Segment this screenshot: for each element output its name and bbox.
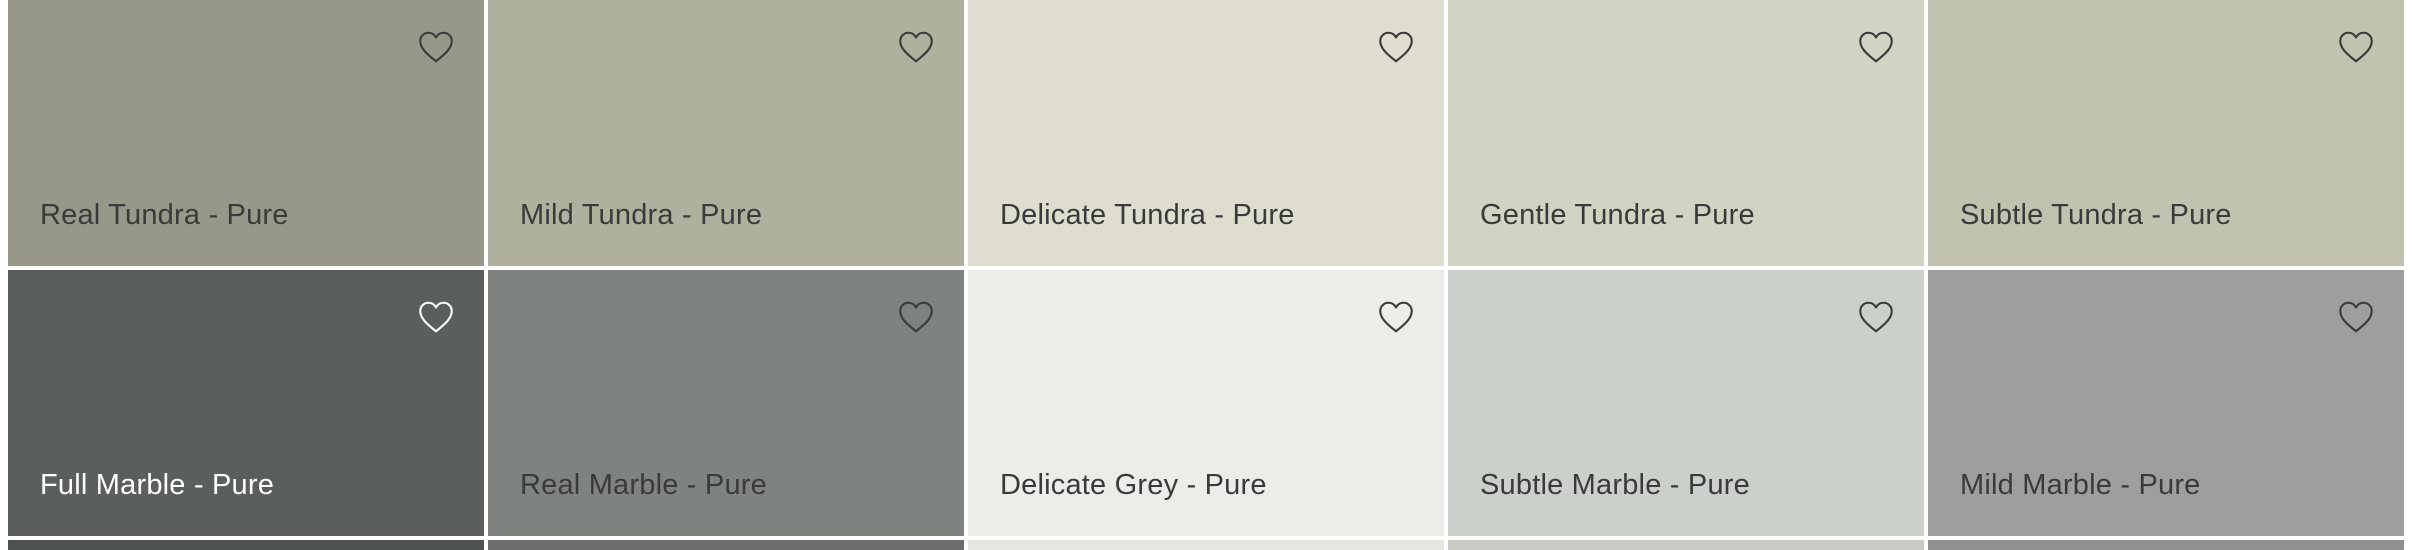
swatch-name: Full Marble - Pure	[40, 469, 275, 501]
swatch-card-partial[interactable]	[1448, 540, 1924, 550]
favorite-button[interactable]	[2338, 300, 2374, 334]
swatch-card-partial[interactable]	[968, 540, 1444, 550]
swatch-card[interactable]: Delicate Grey - Pure	[968, 270, 1444, 536]
swatch-card-partial[interactable]	[8, 540, 484, 550]
swatch-name: Mild Marble - Pure	[1960, 469, 2201, 501]
heart-outline-icon	[899, 31, 933, 63]
swatch-name: Subtle Tundra - Pure	[1960, 199, 2232, 231]
color-swatch-grid: Real Tundra - Pure Mild Tundra - Pure De…	[8, 0, 2406, 550]
swatch-name: Real Marble - Pure	[520, 469, 767, 501]
heart-outline-icon	[2339, 31, 2373, 63]
heart-outline-icon	[1379, 301, 1413, 333]
swatch-card[interactable]: Gentle Tundra - Pure	[1448, 0, 1924, 266]
heart-outline-icon	[1379, 31, 1413, 63]
favorite-button[interactable]	[418, 30, 454, 64]
heart-outline-icon	[419, 301, 453, 333]
swatch-name: Subtle Marble - Pure	[1480, 469, 1750, 501]
favorite-button[interactable]	[1378, 30, 1414, 64]
heart-outline-icon	[899, 301, 933, 333]
swatch-card[interactable]: Subtle Tundra - Pure	[1928, 0, 2404, 266]
swatch-name: Delicate Grey - Pure	[1000, 469, 1267, 501]
swatch-name: Mild Tundra - Pure	[520, 199, 763, 231]
favorite-button[interactable]	[898, 30, 934, 64]
heart-outline-icon	[1859, 31, 1893, 63]
favorite-button[interactable]	[1378, 300, 1414, 334]
favorite-button[interactable]	[898, 300, 934, 334]
swatch-card[interactable]: Subtle Marble - Pure	[1448, 270, 1924, 536]
swatch-card[interactable]: Delicate Tundra - Pure	[968, 0, 1444, 266]
favorite-button[interactable]	[2338, 30, 2374, 64]
swatch-card-partial[interactable]	[488, 540, 964, 550]
swatch-card-partial[interactable]	[1928, 540, 2404, 550]
heart-outline-icon	[1859, 301, 1893, 333]
swatch-name: Real Tundra - Pure	[40, 199, 289, 231]
swatch-card[interactable]: Full Marble - Pure	[8, 270, 484, 536]
favorite-button[interactable]	[1858, 300, 1894, 334]
swatch-card[interactable]: Real Marble - Pure	[488, 270, 964, 536]
heart-outline-icon	[2339, 301, 2373, 333]
favorite-button[interactable]	[418, 300, 454, 334]
swatch-name: Gentle Tundra - Pure	[1480, 199, 1755, 231]
swatch-card[interactable]: Real Tundra - Pure	[8, 0, 484, 266]
favorite-button[interactable]	[1858, 30, 1894, 64]
swatch-card[interactable]: Mild Tundra - Pure	[488, 0, 964, 266]
swatch-card[interactable]: Mild Marble - Pure	[1928, 270, 2404, 536]
heart-outline-icon	[419, 31, 453, 63]
swatch-name: Delicate Tundra - Pure	[1000, 199, 1295, 231]
